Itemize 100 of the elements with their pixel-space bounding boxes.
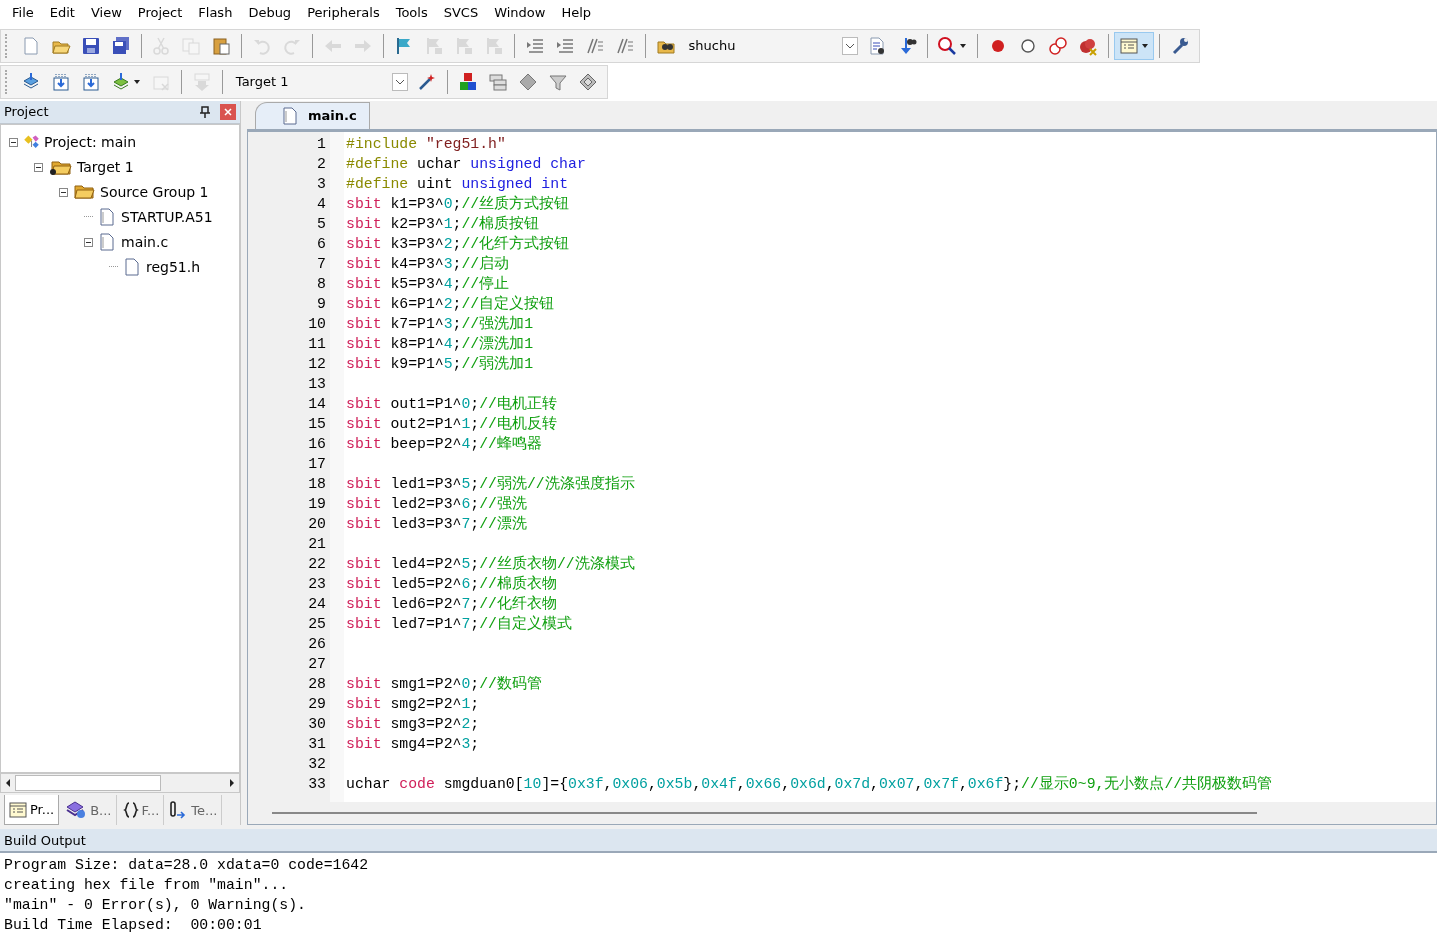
tree-item[interactable]: STARTUP.A51 [121,209,213,226]
panel-tab[interactable]: F... [118,795,165,825]
code-line: sbit led1=P3^5;//弱洗//洗涤强度指示 [346,474,635,494]
line-number: 3 [317,175,326,192]
find-combo[interactable]: shuchu [680,33,858,58]
code-line: sbit k4=P3^3;//启动 [346,254,510,274]
line-number: 8 [317,275,326,292]
close-icon[interactable] [220,103,236,120]
tree-item[interactable]: Source Group 1 [100,184,209,201]
collapse-toggle[interactable] [34,162,43,172]
menu-item[interactable]: File [4,5,42,21]
line-number: 14 [308,395,326,412]
line-number: 17 [308,455,326,472]
code-line: sbit led7=P1^7;//自定义模式 [346,614,572,634]
menu-item[interactable]: View [82,5,130,21]
code-line: sbit k1=P3^0;//丝质方式按钮 [346,194,570,214]
code-line: sbit k2=P3^1;//棉质按钮 [346,214,540,234]
code-line: sbit out1=P1^0;//电机正转 [346,394,557,414]
line-number: 1 [317,135,326,152]
panel-title: Build Output [4,832,86,848]
code-line: sbit led5=P2^6;//棉质衣物 [346,574,557,594]
code-line: sbit k5=P3^4;//停止 [346,274,510,294]
file-icon [123,258,141,277]
menu-item[interactable]: Tools [387,5,436,21]
menu-item[interactable]: Project [129,5,191,21]
output-line: "main" - 0 Error(s), 0 Warning(s). [4,896,307,915]
line-number: 10 [308,315,326,332]
code-line: uchar code smgduan0[10]={0x3f,0x06,0x5b,0x4f,0x66,0x6d,0x7d,0x07,0x7f,0x6f};//显示0~9,无小数点//共阴极数码管 [346,774,1273,794]
project-tab-icon [9,801,27,818]
panel-title: Project [4,104,50,120]
code-line: sbit led4=P2^5;//丝质衣物//洗涤模式 [346,554,635,574]
books-tab-icon [65,801,88,819]
code-line: sbit k7=P1^3;//强洗加1 [346,314,534,334]
line-number: 20 [308,515,326,532]
functions-tab-icon [122,802,139,818]
menu-item[interactable]: SVCS [435,5,487,21]
line-number: 9 [317,295,326,312]
code-line: sbit k9=P1^5;//弱洗加1 [346,354,534,374]
line-number: 32 [308,755,326,772]
line-number: 18 [308,475,326,492]
code-line: #define uint unsigned int [346,175,568,192]
menu-item[interactable]: Edit [41,5,83,21]
file-tab[interactable]: main.c [255,101,370,129]
menu-item[interactable]: Flash [190,5,241,21]
menu-item[interactable]: Window [486,5,554,21]
collapse-toggle[interactable] [59,187,68,197]
line-number: 4 [317,195,326,212]
target-folder-icon [48,158,72,177]
code-line: sbit out2=P1^1;//电机反转 [346,414,557,434]
code-line: sbit smg3=P2^2; [346,715,480,732]
line-number: 2 [317,155,326,172]
code-line: sbit k3=P3^2;//化纤方式按钮 [346,234,570,254]
line-number: 26 [308,635,326,652]
horizontal-scrollbar[interactable] [248,802,1436,824]
tree-item[interactable]: Project: main [44,134,137,151]
horizontal-scrollbar[interactable] [0,773,240,793]
line-number: 6 [317,235,326,252]
code-line: sbit k8=P1^4;//漂洗加1 [346,334,534,354]
code-line: #include "reg51.h" [346,135,506,152]
line-number: 16 [308,435,326,452]
line-number: 5 [317,215,326,232]
line-number: 11 [308,335,326,352]
menu-item[interactable]: Help [553,5,600,21]
line-number: 30 [308,715,326,732]
line-number: 33 [308,775,326,792]
menu-item[interactable]: Debug [240,5,300,21]
line-number: 7 [317,255,326,272]
code-line: sbit beep=P2^4;//蜂鸣器 [346,434,542,454]
code-line: sbit led6=P2^7;//化纤衣物 [346,594,557,614]
line-number: 12 [308,355,326,372]
line-number: 29 [308,695,326,712]
panel-tab[interactable]: Te... [166,795,223,825]
file-icon [98,208,116,227]
output-line: Program Size: data=28.0 xdata=0 code=1642 [4,856,370,875]
line-number: 22 [308,555,326,572]
code-line: sbit led2=P3^6;//强洗 [346,494,527,514]
line-number: 19 [308,495,326,512]
menu-item[interactable]: Peripherals [299,5,388,21]
code-line: sbit smg1=P2^0;//数码管 [346,675,542,694]
line-number: 31 [308,735,326,752]
panel-tab[interactable]: B... [61,795,117,825]
code-line: sbit led3=P3^7;//漂洗 [346,514,527,534]
pin-icon[interactable] [200,105,210,118]
line-number: 21 [308,535,326,552]
tree-item[interactable]: Target 1 [77,159,134,176]
line-number: 25 [308,615,326,632]
tree-item[interactable]: reg51.h [146,259,201,276]
code-line: sbit k6=P1^2;//自定义按钮 [346,294,555,314]
collapse-toggle[interactable] [9,137,18,147]
tree-item[interactable]: main.c [121,234,169,251]
code-line: #define uchar unsigned char [346,155,586,172]
window-layout-icon[interactable] [1114,31,1155,60]
line-number: 23 [308,575,326,592]
code-line: sbit smg4=P2^3; [346,735,480,752]
folder-icon [73,183,95,202]
file-icon [282,106,298,125]
line-number: 24 [308,595,326,612]
panel-tab[interactable]: Pr... [4,795,60,825]
collapse-toggle[interactable] [84,237,93,247]
output-line: creating hex file from "main"... [4,876,290,895]
